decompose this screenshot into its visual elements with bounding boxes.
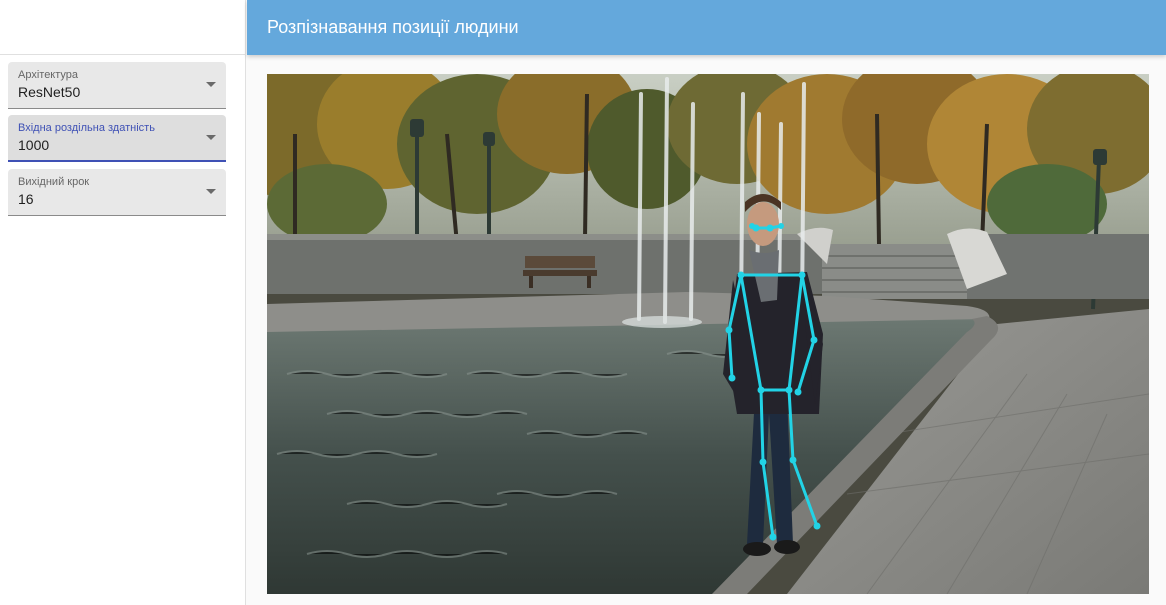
- architecture-label: Архітектура: [18, 69, 79, 81]
- app-header: Розпізнавання позиції людини: [247, 0, 1166, 55]
- page-title: Розпізнавання позиції людини: [267, 17, 519, 37]
- input-resolution-select[interactable]: Вхідна роздільна здатність 1000: [8, 115, 226, 162]
- sidebar-header: [0, 0, 245, 55]
- input-resolution-label: Вхідна роздільна здатність: [18, 122, 155, 134]
- input-resolution-value: 1000: [18, 137, 50, 153]
- architecture-value: ResNet50: [18, 84, 81, 100]
- pose-image: [267, 74, 1149, 594]
- chevron-down-icon[interactable]: [206, 135, 216, 140]
- sidebar: Архітектура ResNet50 Вхідна роздільна зд…: [0, 0, 246, 605]
- output-stride-label: Вихідний крок: [18, 176, 90, 188]
- chevron-down-icon[interactable]: [206, 82, 216, 87]
- stairs: [822, 244, 967, 299]
- architecture-select[interactable]: Архітектура ResNet50: [8, 62, 226, 109]
- app-root: Архітектура ResNet50 Вхідна роздільна зд…: [0, 0, 1166, 605]
- chevron-down-icon[interactable]: [206, 189, 216, 194]
- output-stride-value: 16: [18, 191, 34, 207]
- output-stride-select[interactable]: Вихідний крок 16: [8, 169, 226, 216]
- pose-scene-illustration: [267, 74, 1149, 594]
